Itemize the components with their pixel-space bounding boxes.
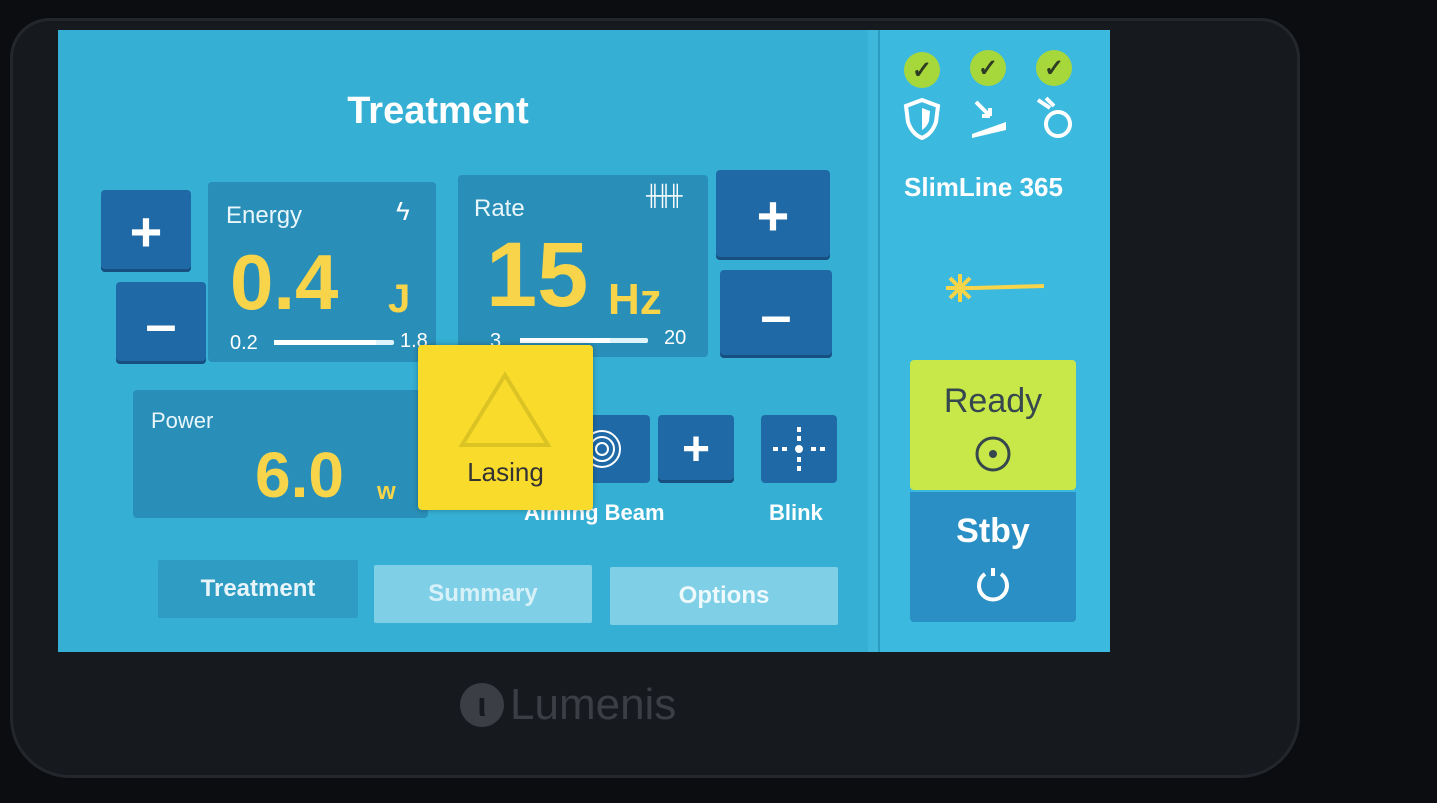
status-sidebar: ✓ ✓ ✓ SlimLine 365 Ready Stby — [878, 30, 1110, 652]
rate-panel: Rate ╫╫╫ 15 Hz 3 20 — [458, 175, 708, 357]
power-cycle-icon — [977, 568, 1009, 602]
power-label: Power — [151, 408, 214, 433]
laser-beam-icon — [946, 274, 1045, 302]
check-icon: ✓ — [970, 50, 1006, 86]
rate-range-fill — [520, 338, 610, 343]
rate-max: 20 — [664, 327, 687, 349]
blink-label: Blink — [769, 500, 823, 525]
pulse-rate-icon: ╫╫╫ — [646, 185, 682, 207]
brand-name: Lumenis — [510, 680, 677, 729]
rate-value: 15 — [486, 224, 589, 326]
tab-summary[interactable]: Summary — [374, 565, 592, 623]
screen-title: Treatment — [347, 90, 529, 132]
touch-screen: Treatment + – Energy ϟ 0.4 J 0.2 1.8 Rat… — [58, 30, 1110, 652]
rate-unit: Hz — [608, 275, 662, 324]
main-panel: Treatment + – Energy ϟ 0.4 J 0.2 1.8 Rat… — [58, 30, 868, 652]
lasing-indicator: Lasing — [418, 345, 593, 510]
check-icon: ✓ — [904, 52, 940, 88]
rate-decrease-button[interactable]: – — [720, 270, 832, 358]
crosshair-icon — [773, 427, 825, 471]
energy-range-fill — [274, 340, 376, 345]
energy-value: 0.4 — [230, 238, 339, 326]
laser-warning-icon — [458, 371, 552, 447]
tab-treatment[interactable]: Treatment — [158, 560, 358, 618]
lasing-label: Lasing — [467, 457, 544, 487]
energy-label: Energy — [226, 202, 303, 229]
shield-icon — [903, 97, 941, 140]
check-icon: ✓ — [1036, 50, 1072, 86]
rate-range-bar — [520, 338, 648, 343]
rate-label: Rate — [474, 195, 525, 222]
power-value: 6.0 — [255, 439, 344, 511]
ready-label: Ready — [943, 382, 1043, 420]
rate-increase-button[interactable]: + — [716, 170, 830, 260]
blink-button[interactable] — [761, 415, 837, 483]
energy-unit: J — [388, 277, 411, 321]
energy-min: 0.2 — [230, 332, 258, 354]
brand-logo: ι Lumenis — [460, 680, 676, 730]
standby-button[interactable]: Stby — [910, 492, 1076, 622]
power-unit: w — [377, 478, 396, 505]
fiber-name: SlimLine 365 — [904, 172, 1063, 202]
fiber-connector-icon — [1036, 96, 1072, 138]
target-icon — [975, 436, 1011, 472]
standby-label: Stby — [956, 512, 1030, 550]
energy-panel: Energy ϟ 0.4 J 0.2 1.8 — [208, 182, 436, 362]
aiming-beam-increase-button[interactable]: + — [658, 415, 734, 483]
energy-decrease-button[interactable]: – — [116, 282, 206, 364]
lumenis-logo-mark: ι — [460, 683, 504, 727]
energy-increase-button[interactable]: + — [101, 190, 191, 272]
ready-button[interactable]: Ready — [910, 360, 1076, 490]
energy-range-bar — [274, 340, 394, 345]
bolt-icon: ϟ — [396, 196, 410, 226]
power-panel: Power 6.0 w — [133, 390, 428, 518]
tab-options[interactable]: Options — [610, 567, 838, 625]
footswitch-icon — [972, 100, 1006, 138]
